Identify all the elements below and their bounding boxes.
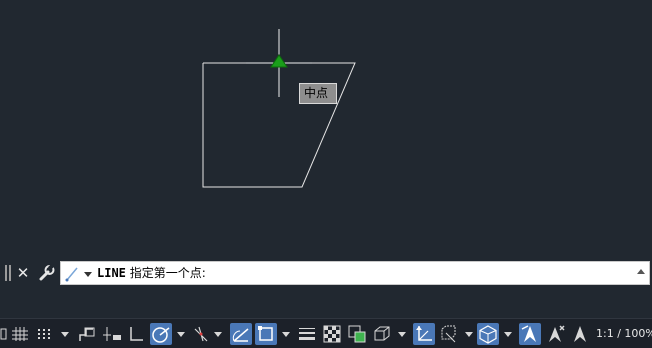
transparency-icon[interactable] (321, 323, 343, 345)
close-icon[interactable]: ✕ (14, 263, 32, 283)
lineweight-icon[interactable] (296, 323, 318, 345)
recent-commands-icon[interactable] (65, 265, 93, 282)
dynamic-input-icon[interactable] (101, 323, 123, 345)
wrench-icon[interactable] (36, 263, 56, 283)
model-space-icon[interactable] (0, 323, 8, 345)
command-name: LINE (97, 266, 126, 280)
infer-constraints-icon[interactable] (76, 323, 98, 345)
object-snap-tracking-icon[interactable] (230, 323, 252, 345)
object-snap-icon[interactable] (255, 323, 277, 345)
isodraft-icon[interactable] (191, 323, 211, 345)
3d-object-snap-icon[interactable] (371, 323, 393, 345)
filter-dropdown-icon[interactable] (465, 332, 473, 337)
command-line-spacer (0, 288, 652, 318)
command-input[interactable]: LINE 指定第一个点: (60, 261, 650, 285)
drawing-svg (202, 29, 356, 188)
isodraft-dropdown-icon[interactable] (214, 332, 222, 337)
command-line-bar: ✕ LINE 指定第一个点: (0, 259, 652, 288)
object-snap-dropdown-icon[interactable] (282, 332, 290, 337)
gizmo-dropdown-icon[interactable] (504, 332, 512, 337)
command-prompt-text: LINE 指定第一个点: (97, 262, 206, 284)
annotation-scale-icon[interactable] (569, 323, 591, 345)
grid-icon[interactable] (10, 323, 30, 345)
dynamic-ucs-icon[interactable] (413, 323, 435, 345)
annotation-scale-value[interactable]: 1:1 / 100% (596, 323, 652, 345)
selection-cycling-icon[interactable] (346, 323, 368, 345)
selection-filter-icon[interactable] (438, 323, 460, 345)
command-prompt: 指定第一个点: (129, 266, 206, 280)
drawing-canvas[interactable]: 中点 (0, 0, 652, 258)
snap-tooltip: 中点 (299, 83, 337, 104)
status-bar: 1:1 / 100% (0, 318, 652, 348)
polar-dropdown-icon[interactable] (177, 332, 185, 337)
gizmo-icon[interactable] (477, 323, 499, 345)
polar-tracking-icon[interactable] (150, 323, 172, 345)
snap-mode-icon[interactable] (34, 323, 54, 345)
snap-dropdown-icon[interactable] (61, 332, 69, 337)
ortho-icon[interactable] (126, 323, 146, 345)
3d-snap-dropdown-icon[interactable] (398, 332, 406, 337)
annotation-visibility-icon[interactable] (519, 323, 541, 345)
history-scroll-up-icon[interactable] (637, 269, 645, 274)
auto-scale-icon[interactable] (545, 323, 567, 345)
midpoint-snap-marker-icon (270, 54, 288, 68)
drag-grip-icon[interactable] (5, 265, 11, 281)
